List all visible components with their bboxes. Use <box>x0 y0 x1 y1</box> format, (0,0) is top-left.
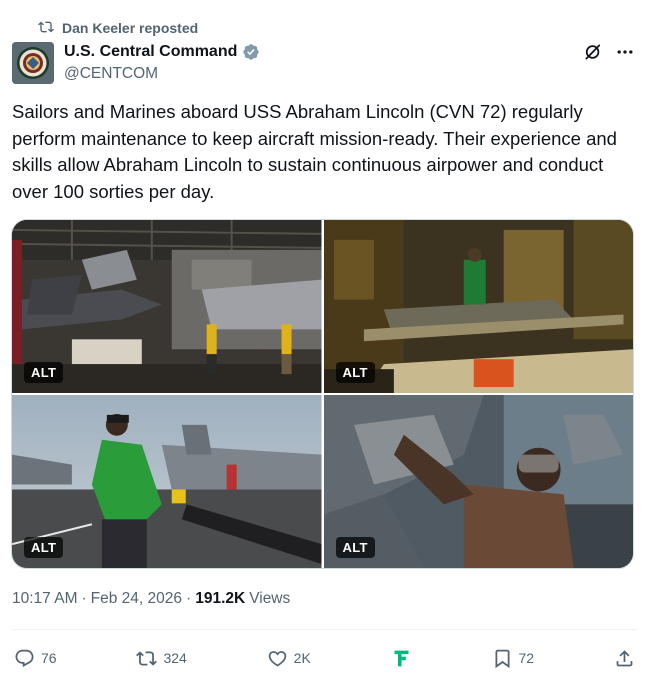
meta-separator: · <box>186 590 192 607</box>
more-icon[interactable] <box>615 42 635 62</box>
like-count: 2K <box>293 650 311 666</box>
grok-icon[interactable] <box>583 42 603 62</box>
meta-separator: · <box>81 590 87 607</box>
grok-icon <box>391 648 412 669</box>
bookmark-icon <box>492 648 513 669</box>
post-date[interactable]: Feb 24, 2026 <box>91 590 182 608</box>
bookmark-count: 72 <box>518 650 535 666</box>
photo-2[interactable]: ALT <box>323 220 633 393</box>
avatar[interactable] <box>12 42 54 84</box>
share-button[interactable] <box>614 648 635 669</box>
alt-badge[interactable]: ALT <box>335 362 375 383</box>
like-button[interactable]: 2K <box>267 648 311 669</box>
photo-4[interactable]: ALT <box>323 395 633 568</box>
divider <box>12 629 637 630</box>
post-meta: 10:17 AM · Feb 24, 2026 · 191.2K Views <box>12 590 290 608</box>
repost-label[interactable]: Dan Keeler reposted <box>62 20 198 36</box>
repost-button[interactable]: 324 <box>136 648 187 669</box>
author-handle[interactable]: @CENTCOM <box>64 65 260 83</box>
repost-count: 324 <box>163 650 187 666</box>
share-icon <box>614 648 635 669</box>
alt-badge[interactable]: ALT <box>24 362 64 383</box>
author-block: U.S. Central Command @CENTCOM <box>64 41 260 83</box>
top-actions <box>583 42 635 62</box>
repost-header[interactable]: Dan Keeler reposted <box>38 18 198 38</box>
photo-1[interactable]: ALT <box>12 220 322 393</box>
reply-button[interactable]: 76 <box>14 648 57 669</box>
alt-badge[interactable]: ALT <box>335 537 375 558</box>
views-label: Views <box>249 590 291 607</box>
photo-3[interactable]: ALT <box>12 395 322 568</box>
author-name[interactable]: U.S. Central Command <box>64 43 237 61</box>
reply-count: 76 <box>41 650 57 666</box>
action-bar: 76 324 2K 72 <box>14 646 635 670</box>
post-text: Sailors and Marines aboard USS Abraham L… <box>12 101 617 202</box>
post-time[interactable]: 10:17 AM <box>12 590 78 608</box>
views-count: 191.2K <box>195 590 246 607</box>
verified-badge-icon[interactable] <box>242 43 260 61</box>
alt-badge[interactable]: ALT <box>24 537 64 558</box>
repost-icon <box>136 648 158 669</box>
grok-share-button[interactable] <box>391 648 412 669</box>
like-icon <box>267 648 288 669</box>
bookmark-button[interactable]: 72 <box>492 648 535 669</box>
media-grid: ALT ALT ALT ALT <box>11 219 634 569</box>
repost-icon <box>38 19 54 38</box>
reply-icon <box>14 648 35 669</box>
